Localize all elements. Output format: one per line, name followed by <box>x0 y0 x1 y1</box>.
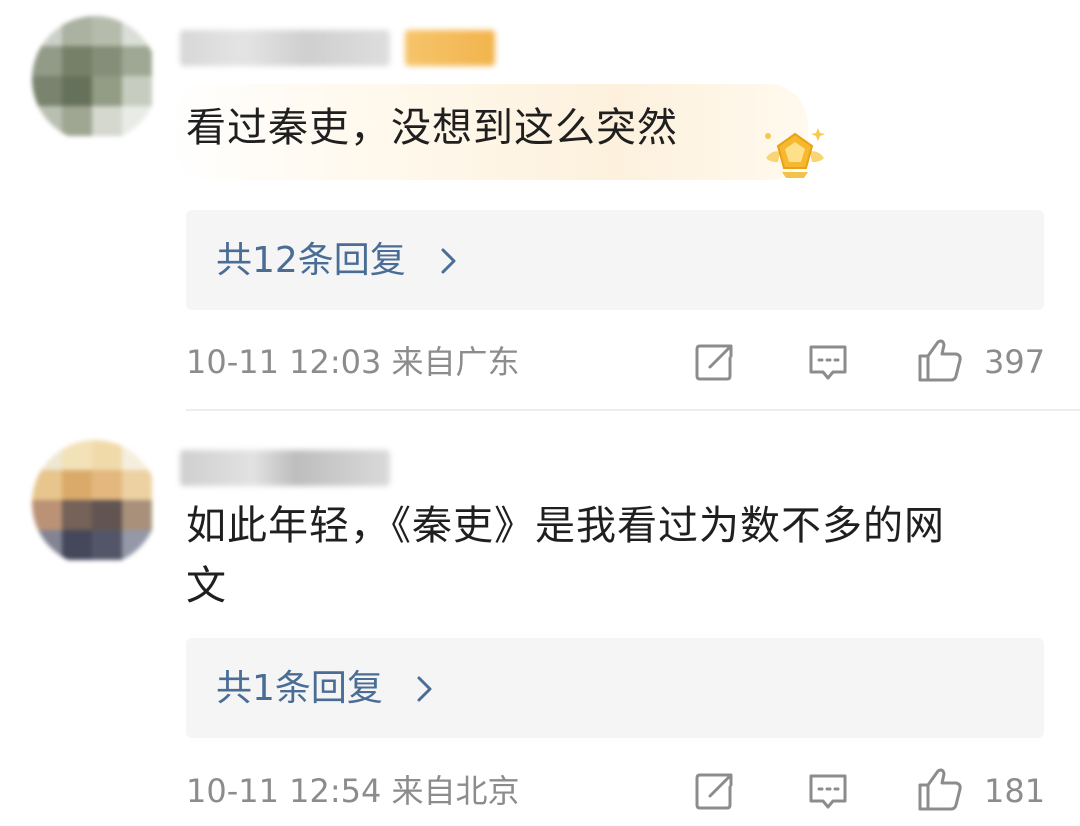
username[interactable] <box>180 450 390 486</box>
avatar[interactable] <box>32 440 158 566</box>
thumbs-up-icon[interactable] <box>916 765 964 813</box>
comment-meta: 10-11 12:54 来自北京 181 <box>186 765 1046 815</box>
chevron-right-icon <box>417 676 432 702</box>
share-edit-icon[interactable] <box>692 769 736 813</box>
comment-icon[interactable] <box>806 769 850 813</box>
replies-label: 共1条回复 <box>216 668 383 709</box>
like-count: 181 <box>984 772 1046 810</box>
comment-item: 如此年轻，《秦吏》是我看过为数不多的网 文 共1条回复 10-11 12:54 … <box>0 0 1080 811</box>
comment-text: 如此年轻，《秦吏》是我看过为数不多的网 文 <box>186 503 945 609</box>
time-location: 10-11 12:54 来自北京 <box>186 772 520 810</box>
replies-link[interactable]: 共1条回复 <box>186 638 1044 738</box>
